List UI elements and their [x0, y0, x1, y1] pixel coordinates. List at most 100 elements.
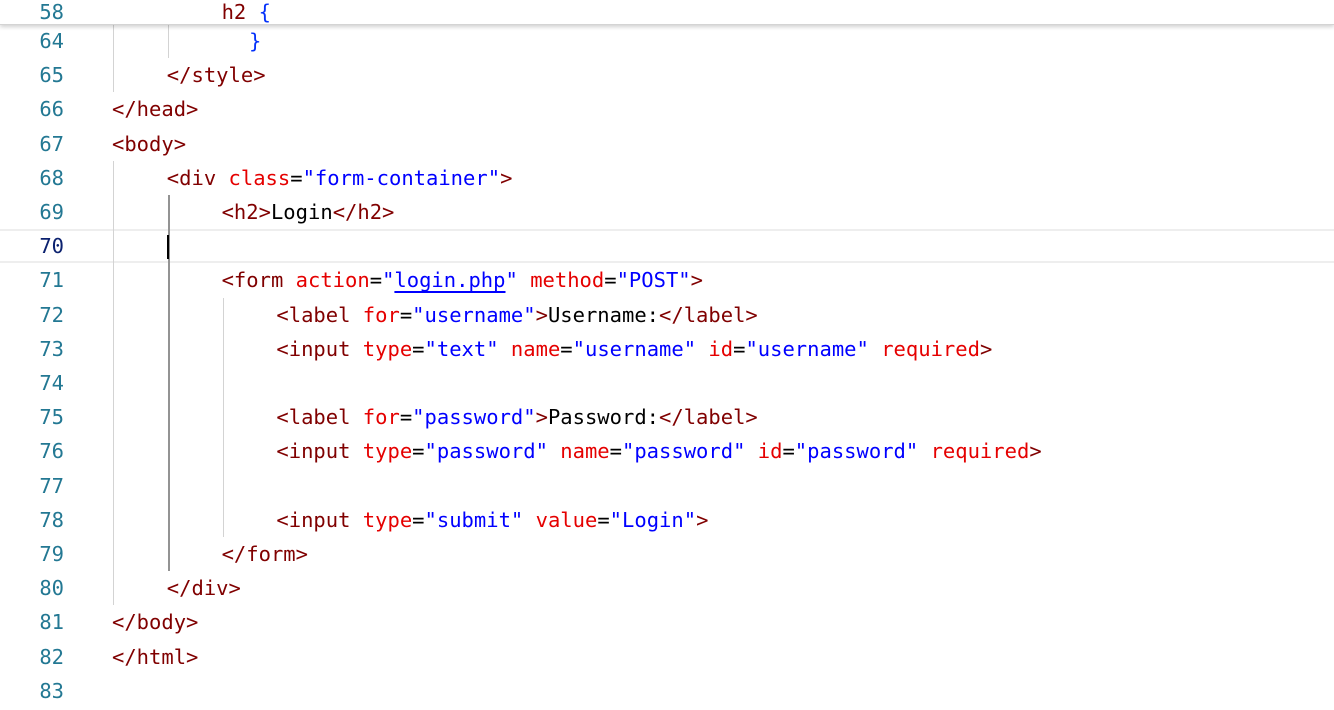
sticky-line-number: 58	[39, 0, 64, 24]
line-number: 75	[39, 405, 64, 430]
line-code: <label for="password">Password:</label>	[276, 400, 757, 434]
code-line[interactable]: 67 <body>	[0, 127, 1334, 161]
code-token: </html>	[112, 644, 199, 669]
indent-guide	[167, 24, 169, 59]
code-line[interactable]: 77	[0, 469, 1334, 503]
indent-guide	[113, 160, 114, 606]
line-number: 71	[39, 268, 64, 293]
code-token: for	[362, 302, 400, 327]
code-token: <body>	[112, 131, 187, 156]
code-line[interactable]: 81 </body>	[0, 605, 1334, 639]
code-line[interactable]: 79 </form>	[0, 537, 1334, 571]
code-token: <input	[276, 507, 363, 532]
code-token: type	[362, 336, 413, 361]
code-token: >	[979, 336, 993, 361]
code-line[interactable]: 82 </html>	[0, 640, 1334, 674]
code-token: >	[696, 507, 709, 532]
code-token: =	[609, 439, 622, 464]
line-number: 64	[39, 29, 64, 53]
code-token: >	[535, 405, 548, 430]
code-line[interactable]: 73 <input type="text" name="username" id=…	[0, 332, 1334, 366]
code-token: =	[369, 268, 383, 293]
code-token: =	[560, 336, 573, 361]
code-token: <label	[276, 405, 363, 430]
code-token: Username:	[547, 302, 660, 327]
code-line[interactable]: 64}	[0, 24, 1334, 58]
code-token: =	[597, 507, 610, 532]
code-token: <label	[276, 302, 363, 327]
line-number: 80	[39, 576, 64, 601]
line-number: 83	[39, 678, 64, 703]
code-token: Password:	[547, 405, 660, 430]
code-token: }	[249, 29, 262, 53]
code-token: name	[560, 439, 610, 464]
code-token: name	[510, 336, 561, 361]
line-code: </div>	[167, 571, 241, 605]
code-token: for	[362, 405, 400, 430]
code-token: "password"	[622, 439, 758, 464]
code-token: </h2>	[332, 200, 395, 224]
code-token: Login	[270, 200, 333, 224]
line-number: 65	[39, 63, 64, 88]
code-line[interactable]: 75 <label for="password">Password:</label…	[0, 400, 1334, 434]
code-token: <input	[276, 439, 363, 464]
code-line[interactable]: 74	[0, 366, 1334, 400]
code-token: "username"	[412, 302, 536, 327]
code-token: value	[535, 507, 598, 532]
code-token: =	[412, 507, 425, 532]
code-token: =	[604, 268, 617, 293]
code-line-current[interactable]: 70	[0, 229, 1334, 264]
code-token: <form	[221, 268, 296, 293]
code-token: "submit"	[424, 507, 536, 532]
code-token: id	[757, 439, 783, 464]
line-number: 76	[39, 439, 64, 464]
code-token: <input	[276, 336, 363, 361]
code-line[interactable]: 68 <div class="form-container">	[0, 161, 1334, 195]
code-line[interactable]: 71 <form action="login.php" method="POST"…	[0, 263, 1334, 297]
line-code: <h2>Login</h2>	[222, 195, 395, 229]
line-code: </html>	[112, 640, 198, 674]
code-token: </style>	[166, 63, 266, 88]
code-token: =	[290, 165, 303, 190]
code-line[interactable]: 69 <h2>Login</h2>	[0, 195, 1334, 229]
line-code: <input type="text" name="username" id="u…	[276, 332, 992, 366]
code-token: <div	[166, 165, 229, 190]
line-code: </style>	[167, 58, 266, 92]
code-editor[interactable]: 58 h2 { 64} 65 </style> 66 </head> 67 <body> 68 <…	[0, 0, 1334, 710]
code-line[interactable]: 80 </div>	[0, 571, 1334, 605]
code-line[interactable]: 66 </head>	[0, 92, 1334, 126]
code-line[interactable]: 65 </style>	[0, 58, 1334, 92]
line-number: 78	[39, 507, 64, 532]
indent-guide	[222, 297, 224, 537]
code-token: >	[1029, 439, 1042, 464]
code-token: =	[412, 439, 425, 464]
code-line[interactable]: 76 <input type="password" name="password"…	[0, 434, 1334, 468]
line-code: </form>	[222, 537, 308, 571]
code-token: type	[362, 439, 413, 464]
code-token: </label>	[659, 302, 758, 327]
code-token: </div>	[166, 576, 241, 601]
code-token: id	[708, 336, 734, 361]
line-number: 79	[39, 542, 64, 566]
code-token: >	[690, 268, 703, 293]
sticky-scroll-line[interactable]: 58 h2 {	[0, 0, 1334, 25]
code-line[interactable]: 78 <input type="submit" value="Login">	[0, 503, 1334, 537]
code-token: class	[228, 165, 291, 190]
line-code: <div class="form-container">	[167, 161, 513, 195]
code-token: </head>	[112, 97, 199, 122]
code-token: "	[505, 268, 531, 293]
line-number: 66	[39, 97, 64, 122]
code-line[interactable]: 83	[0, 674, 1334, 708]
code-token: </form>	[221, 542, 308, 566]
line-number: 68	[39, 165, 64, 190]
code-token: h2	[221, 0, 259, 24]
code-token: =	[399, 405, 413, 430]
code-token: required	[881, 336, 980, 361]
line-number: 73	[39, 336, 64, 361]
code-token: "password"	[412, 405, 536, 430]
code-token: =	[782, 439, 795, 464]
code-token: </label>	[659, 405, 758, 430]
code-token: type	[362, 507, 413, 532]
code-token: <h2>	[221, 200, 271, 224]
code-line[interactable]: 72 <label for="username">Username:</label…	[0, 298, 1334, 332]
